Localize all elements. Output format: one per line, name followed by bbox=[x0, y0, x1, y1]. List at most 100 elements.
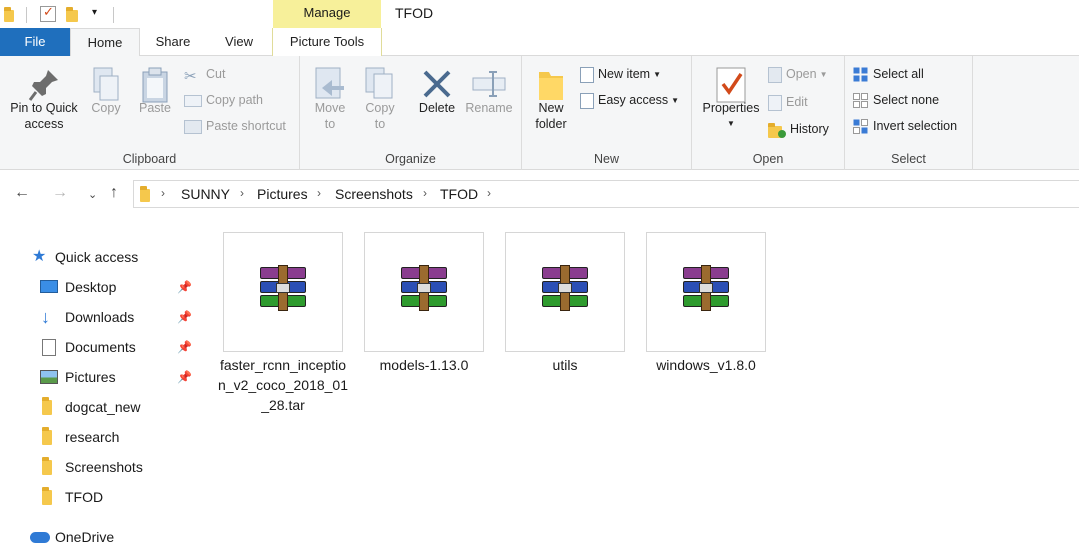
divider bbox=[113, 7, 114, 23]
properties-check-icon[interactable]: ✓ bbox=[40, 4, 56, 22]
title-bar: ✓ ▾ Manage TFOD bbox=[0, 0, 1079, 28]
pin-icon[interactable]: 📌 bbox=[177, 362, 192, 392]
tab-home[interactable]: Home bbox=[70, 28, 140, 57]
copy-path-button[interactable]: Copy path bbox=[184, 90, 263, 110]
file-list: faster_rcnn_inception_v2_coco_2018_01_28… bbox=[200, 217, 1079, 548]
nav-item-downloads[interactable]: ↓ Downloads 📌 bbox=[0, 302, 200, 332]
file-item[interactable]: models-1.13.0 bbox=[364, 232, 484, 375]
nav-item-tfod[interactable]: TFOD bbox=[0, 482, 200, 512]
new-folder-button[interactable]: New folder bbox=[528, 66, 574, 132]
chevron-right-icon[interactable]: › bbox=[487, 186, 491, 200]
select-group: Select all Select none Invert selection … bbox=[845, 56, 973, 170]
rename-button[interactable]: Rename bbox=[464, 66, 514, 116]
nav-item-desktop[interactable]: Desktop 📌 bbox=[0, 272, 200, 302]
address-bar[interactable]: › SUNNY › Pictures › Screenshots › TFOD … bbox=[133, 180, 1079, 208]
back-arrow-icon[interactable]: ← bbox=[14, 184, 30, 202]
breadcrumb-pictures[interactable]: Pictures bbox=[257, 186, 308, 202]
file-name[interactable]: windows_v1.8.0 bbox=[641, 355, 771, 375]
file-item[interactable]: faster_rcnn_inception_v2_coco_2018_01_28… bbox=[218, 232, 348, 415]
chevron-right-icon[interactable]: › bbox=[161, 186, 165, 200]
history-label: History bbox=[790, 122, 829, 136]
forward-arrow-icon[interactable]: → bbox=[52, 184, 68, 202]
select-group-label: Select bbox=[891, 152, 926, 166]
paste-icon bbox=[137, 66, 173, 104]
paste-shortcut-button[interactable]: Paste shortcut bbox=[184, 116, 286, 136]
file-name[interactable]: utils bbox=[500, 355, 630, 375]
easy-access-label: Easy access bbox=[598, 93, 669, 107]
move-to-button[interactable]: Move to bbox=[310, 66, 350, 132]
nav-item-documents[interactable]: Documents 📌 bbox=[0, 332, 200, 362]
tab-view[interactable]: View bbox=[206, 28, 272, 56]
file-thumbnail[interactable] bbox=[505, 232, 625, 352]
chevron-right-icon[interactable]: › bbox=[423, 186, 427, 200]
nav-item-research[interactable]: research bbox=[0, 422, 200, 452]
select-all-button[interactable]: Select all bbox=[853, 64, 924, 84]
open-icon bbox=[768, 66, 782, 83]
chevron-right-icon[interactable]: › bbox=[317, 186, 321, 200]
select-none-button[interactable]: Select none bbox=[853, 90, 939, 110]
pin-icon[interactable]: 📌 bbox=[177, 302, 192, 332]
chevron-down-icon: ▼ bbox=[819, 69, 828, 79]
nav-label: dogcat_new bbox=[65, 399, 141, 415]
folder-icon bbox=[4, 7, 18, 22]
open-group: Properties ▼ Open ▼ Edit History Open bbox=[692, 56, 845, 170]
file-name[interactable]: faster_rcnn_inception_v2_coco_2018_01_28… bbox=[218, 355, 348, 415]
open-label: Open bbox=[786, 67, 817, 81]
new-item-button[interactable]: New item ▼ bbox=[580, 64, 661, 84]
nav-label: Desktop bbox=[65, 279, 117, 295]
nav-item-screenshots[interactable]: Screenshots bbox=[0, 452, 200, 482]
pin-label: Pin to Quick access bbox=[10, 101, 78, 131]
invert-selection-icon bbox=[853, 118, 869, 135]
cut-label: Cut bbox=[206, 67, 226, 81]
nav-onedrive[interactable]: OneDrive bbox=[0, 522, 200, 548]
select-none-icon bbox=[853, 92, 869, 109]
file-item[interactable]: utils bbox=[505, 232, 625, 375]
organize-group: Move to Copy to Delete Rename Organize bbox=[300, 56, 522, 170]
recent-locations-chevron-icon[interactable]: ⌄ bbox=[88, 188, 97, 201]
file-item[interactable]: windows_v1.8.0 bbox=[646, 232, 766, 375]
invert-selection-button[interactable]: Invert selection bbox=[853, 116, 957, 136]
edit-button[interactable]: Edit bbox=[768, 92, 808, 112]
chevron-right-icon[interactable]: › bbox=[240, 186, 244, 200]
file-name[interactable]: models-1.13.0 bbox=[359, 355, 489, 375]
tab-manage[interactable]: Manage bbox=[273, 0, 381, 28]
breadcrumb-tfod[interactable]: TFOD bbox=[440, 186, 478, 202]
nav-item-dogcat-new[interactable]: dogcat_new bbox=[0, 392, 200, 422]
paste-button[interactable]: Paste bbox=[134, 66, 176, 116]
customize-quick-access-icon[interactable]: ▾ bbox=[92, 7, 97, 18]
copy-to-button[interactable]: Copy to bbox=[360, 66, 400, 132]
pin-icon[interactable]: 📌 bbox=[177, 272, 192, 302]
copy-button[interactable]: Copy bbox=[86, 66, 126, 116]
tab-picture-tools[interactable]: Picture Tools bbox=[272, 28, 382, 56]
properties-button[interactable]: Properties ▼ bbox=[698, 66, 764, 132]
copy-to-label: Copy to bbox=[365, 101, 395, 131]
ribbon-tabs: File Home Share View Picture Tools bbox=[0, 28, 1079, 57]
pin-to-quick-access-button[interactable]: Pin to Quick access bbox=[4, 66, 84, 132]
history-button[interactable]: History bbox=[768, 119, 829, 139]
tab-share[interactable]: Share bbox=[140, 28, 206, 56]
winrar-archive-icon bbox=[399, 265, 451, 311]
delete-button[interactable]: Delete bbox=[412, 66, 462, 116]
rename-icon bbox=[471, 66, 507, 104]
folder-icon bbox=[42, 457, 60, 475]
cut-button[interactable]: ✂ Cut bbox=[184, 64, 226, 85]
new-folder-icon bbox=[533, 66, 569, 104]
breadcrumb-sunny[interactable]: SUNNY bbox=[181, 186, 230, 202]
up-arrow-icon[interactable]: ↑ bbox=[110, 184, 118, 202]
nav-label: research bbox=[65, 429, 120, 445]
tab-file[interactable]: File bbox=[0, 28, 70, 56]
nav-quick-access[interactable]: ★ Quick access bbox=[0, 242, 200, 272]
pin-icon[interactable]: 📌 bbox=[177, 332, 192, 362]
file-thumbnail[interactable] bbox=[646, 232, 766, 352]
folder-icon bbox=[42, 427, 60, 445]
breadcrumb-screenshots[interactable]: Screenshots bbox=[335, 186, 413, 202]
new-folder-icon[interactable] bbox=[66, 7, 80, 22]
new-group: New folder New item ▼ Easy access ▼ New bbox=[522, 56, 692, 170]
file-thumbnail[interactable] bbox=[223, 232, 343, 352]
select-all-label: Select all bbox=[873, 67, 924, 81]
nav-label: Documents bbox=[65, 339, 136, 355]
file-thumbnail[interactable] bbox=[364, 232, 484, 352]
open-button[interactable]: Open ▼ bbox=[768, 64, 828, 84]
easy-access-button[interactable]: Easy access ▼ bbox=[580, 90, 679, 110]
nav-item-pictures[interactable]: Pictures 📌 bbox=[0, 362, 200, 392]
